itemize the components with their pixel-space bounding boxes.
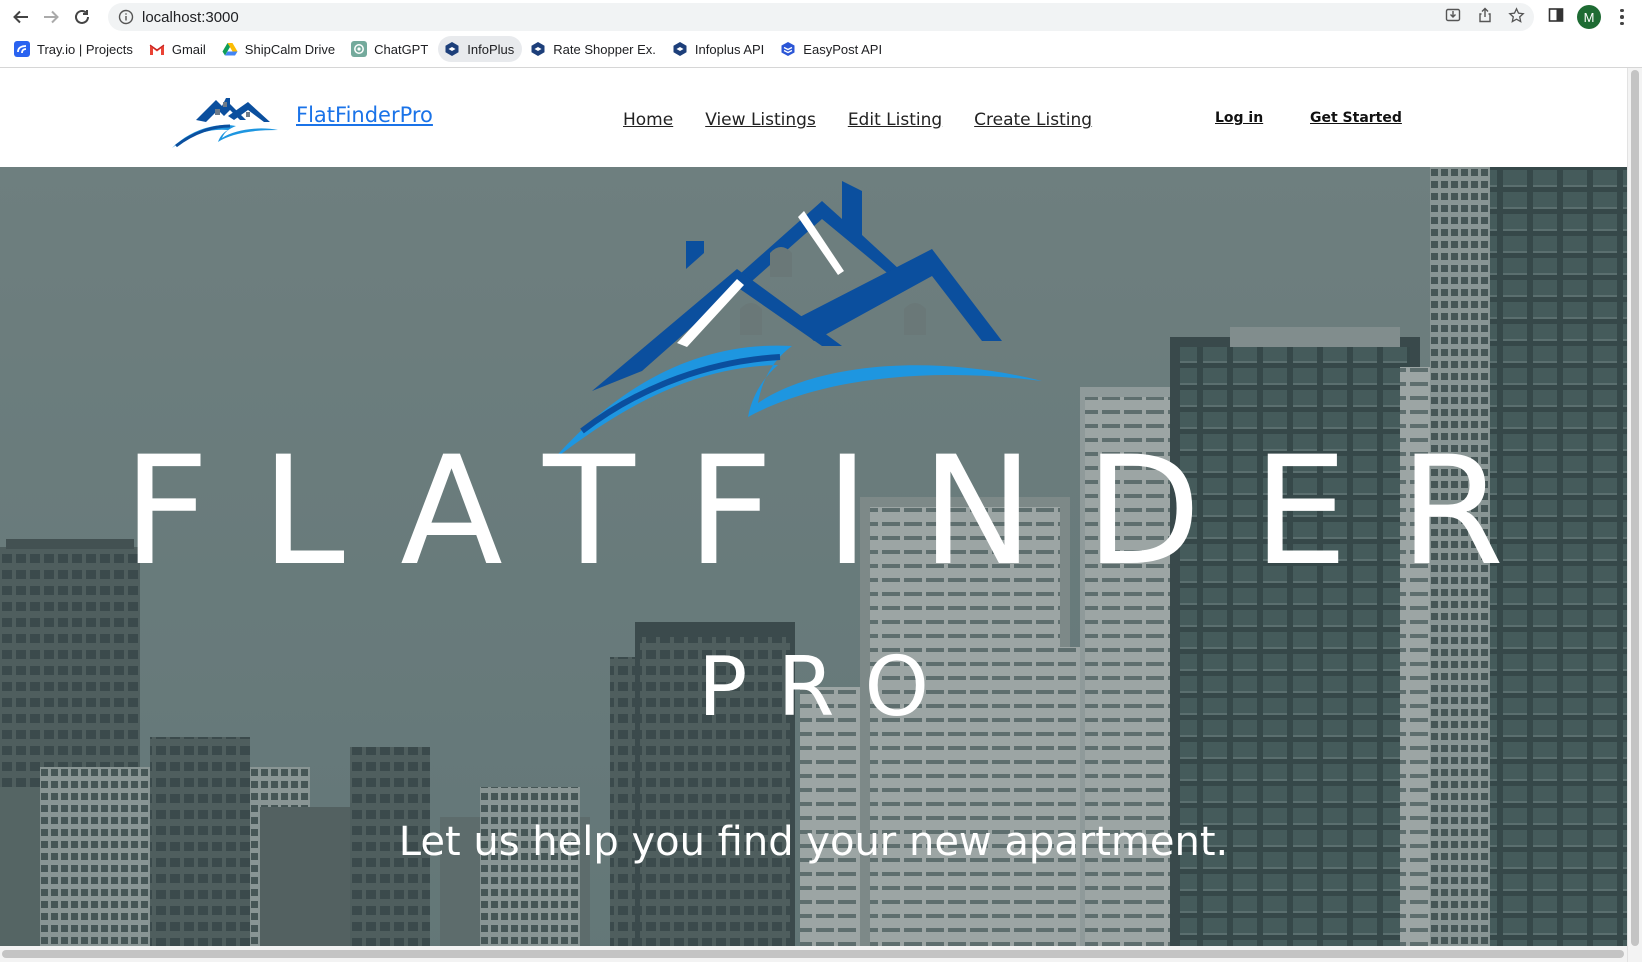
bookmark-rate-shopper[interactable]: Rate Shopper Ex.: [524, 36, 664, 62]
hero-house-logo-icon: [552, 181, 1042, 461]
bookmark-star-icon[interactable]: [1506, 5, 1526, 25]
infoplus-icon: [672, 41, 688, 57]
vertical-scrollbar[interactable]: [1627, 68, 1642, 962]
nav-home[interactable]: Home: [623, 110, 673, 130]
infoplus-icon: [530, 41, 546, 57]
bookmarks-bar: Tray.io | Projects Gmail ShipCalm Drive …: [8, 35, 890, 63]
login-link[interactable]: Log in: [1215, 110, 1263, 126]
bookmark-label: Tray.io | Projects: [37, 41, 133, 57]
nav-view-listings[interactable]: View Listings: [705, 110, 816, 130]
drive-icon: [222, 41, 238, 57]
bookmark-chatgpt[interactable]: ChatGPT: [345, 36, 436, 62]
flatfinder-logo-icon: [172, 98, 278, 148]
browser-menu-icon[interactable]: [1614, 6, 1630, 28]
bookmark-label: ShipCalm Drive: [244, 41, 336, 57]
bookmark-infoplus[interactable]: InfoPlus: [438, 36, 523, 62]
forward-button[interactable]: [39, 5, 63, 29]
reload-icon: [75, 9, 89, 24]
bookmark-label: InfoPlus: [467, 41, 515, 57]
hero-tagline: Let us help you find your new apartment.: [398, 819, 1229, 865]
hero-section: FLATFINDER PRO Let us help you find your…: [0, 167, 1627, 962]
forward-arrow-icon: [44, 10, 59, 24]
bookmark-easypost-api[interactable]: EasyPost API: [774, 36, 890, 62]
main-nav: Home View Listings Edit Listing Create L…: [623, 110, 1092, 130]
chatgpt-icon: [351, 41, 368, 57]
bookmark-tray[interactable]: Tray.io | Projects: [8, 36, 141, 62]
bookmark-label: ChatGPT: [374, 41, 429, 57]
browser-chrome: localhost:3000 M Tray.io | Projects Gmai…: [0, 0, 1642, 68]
page-viewport: FlatFinderPro Home View Listings Edit Li…: [0, 68, 1627, 962]
back-button[interactable]: [9, 5, 33, 29]
bookmark-gmail[interactable]: Gmail: [143, 36, 214, 62]
toolbar: localhost:3000 M: [0, 0, 1642, 34]
bookmark-infoplus-api[interactable]: Infoplus API: [666, 36, 772, 62]
address-bar[interactable]: localhost:3000: [108, 3, 1534, 31]
scroll-thumb[interactable]: [2, 950, 1624, 958]
easypost-icon: [780, 41, 796, 57]
bookmark-shipcalm-drive[interactable]: ShipCalm Drive: [216, 36, 343, 62]
brand[interactable]: FlatFinderPro: [170, 86, 433, 150]
brand-link[interactable]: FlatFinderPro: [296, 103, 433, 127]
get-started-link[interactable]: Get Started: [1310, 110, 1402, 126]
share-icon[interactable]: [1475, 5, 1495, 25]
hero-title: FLATFINDER: [122, 425, 1557, 599]
hero-subtitle: PRO: [698, 640, 959, 735]
horizontal-scrollbar[interactable]: [0, 946, 1627, 962]
side-panel-icon[interactable]: [1546, 5, 1566, 25]
reload-button[interactable]: [70, 5, 94, 29]
nav-edit-listing[interactable]: Edit Listing: [848, 110, 942, 130]
profile-avatar[interactable]: M: [1577, 5, 1601, 29]
infoplus-icon: [444, 41, 460, 57]
bookmark-label: EasyPost API: [803, 41, 883, 57]
back-arrow-icon: [13, 10, 28, 24]
scroll-thumb[interactable]: [1631, 70, 1639, 946]
site-header: FlatFinderPro Home View Listings Edit Li…: [0, 68, 1627, 167]
address-text[interactable]: localhost:3000: [142, 9, 239, 26]
install-icon[interactable]: [1443, 5, 1463, 25]
gmail-icon: [149, 41, 165, 57]
nav-create-listing[interactable]: Create Listing: [974, 110, 1092, 130]
site-info-icon[interactable]: [118, 9, 134, 30]
bookmark-label: Rate Shopper Ex.: [553, 41, 656, 57]
tray-icon: [14, 41, 30, 57]
bookmark-label: Infoplus API: [694, 41, 765, 57]
bookmark-label: Gmail: [171, 41, 206, 57]
